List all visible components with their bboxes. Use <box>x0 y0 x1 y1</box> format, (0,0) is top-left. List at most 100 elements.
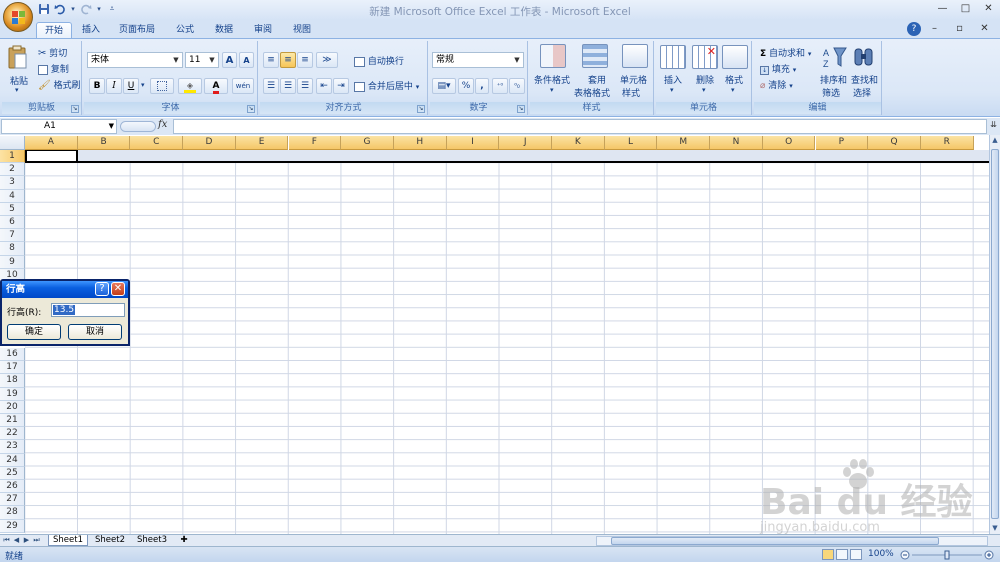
cut-button[interactable]: ✂ 剪切 <box>38 46 67 59</box>
insert-sheet-icon[interactable]: ✚ <box>176 535 192 546</box>
ok-button[interactable]: 确定 <box>7 324 61 340</box>
cancel-button[interactable]: 取消 <box>68 324 122 340</box>
maximize-button[interactable]: □ <box>954 0 977 18</box>
decrease-decimal-button[interactable]: ⁰₀ <box>509 78 525 94</box>
column-header[interactable]: E <box>235 136 289 150</box>
row-height-input[interactable]: 13.5 <box>51 303 125 317</box>
orientation-button[interactable]: ≫ <box>316 52 338 68</box>
last-sheet-icon[interactable]: ⏭ <box>32 535 41 546</box>
percent-button[interactable]: % <box>458 78 474 94</box>
first-sheet-icon[interactable]: ⏮ <box>2 535 11 546</box>
tab-review[interactable]: 审阅 <box>246 22 280 39</box>
autosum-button[interactable]: Σ 自动求和 ▾ <box>760 46 811 59</box>
name-box[interactable]: A1 ▼ <box>1 119 117 134</box>
underline-button[interactable]: U <box>123 78 139 94</box>
column-header[interactable]: F <box>288 136 342 150</box>
clear-button[interactable]: ⌀ 清除 ▾ <box>760 78 793 91</box>
select-all-corner[interactable] <box>0 136 25 150</box>
clipboard-dialog-launcher-icon[interactable]: ↘ <box>71 105 79 113</box>
formula-input[interactable] <box>173 119 987 134</box>
align-center-button[interactable]: ☰ <box>280 78 296 94</box>
row-header[interactable]: 23 <box>0 440 25 454</box>
row-header[interactable]: 8 <box>0 242 25 256</box>
find-select-line1[interactable]: 查找和 <box>851 73 878 86</box>
row-header[interactable]: 7 <box>0 229 25 243</box>
delete-cells-icon[interactable]: ✕ <box>692 45 718 69</box>
help-icon[interactable]: ? <box>95 282 109 296</box>
row-header[interactable]: 17 <box>0 361 25 375</box>
expand-formula-bar-icon[interactable]: ⇊ <box>988 120 999 133</box>
sheet-tab-sheet3[interactable]: Sheet3 <box>132 535 172 546</box>
find-select-line2[interactable]: 选择 <box>853 86 871 99</box>
copy-button[interactable]: 复制 <box>38 62 69 75</box>
column-header[interactable]: C <box>130 136 184 150</box>
align-top-button[interactable]: ≡ <box>263 52 279 68</box>
column-header[interactable]: Q <box>868 136 921 150</box>
row-header[interactable]: 29 <box>0 519 25 533</box>
row-header[interactable]: 2 <box>0 163 25 177</box>
sort-filter-line1[interactable]: 排序和 <box>820 73 847 86</box>
font-size-select[interactable]: 11 ▼ <box>185 52 219 68</box>
paste-dropdown-icon[interactable]: ▾ <box>15 86 19 94</box>
row-header[interactable]: 21 <box>0 414 25 428</box>
column-header[interactable]: N <box>710 136 763 150</box>
underline-dropdown-icon[interactable]: ▾ <box>141 81 145 89</box>
font-name-select[interactable]: 宋体 ▼ <box>87 52 183 68</box>
comma-button[interactable]: , <box>475 78 489 94</box>
grow-font-button[interactable]: A <box>222 52 237 68</box>
conditional-format-label[interactable]: 条件格式 <box>534 73 570 86</box>
format-as-table-icon[interactable] <box>582 44 608 68</box>
doc-minimize-button[interactable]: – <box>923 22 946 36</box>
prev-sheet-icon[interactable]: ◀ <box>12 535 21 546</box>
tab-home[interactable]: 开始 <box>36 22 72 39</box>
increase-indent-button[interactable]: ⇥ <box>333 78 349 94</box>
tab-page-layout[interactable]: 页面布局 <box>112 22 162 39</box>
row-header[interactable]: 4 <box>0 189 25 203</box>
cell-styles-line1[interactable]: 单元格 <box>620 73 647 86</box>
format-painter-button[interactable]: 🖌 格式刷 <box>38 78 81 91</box>
vertical-scrollbar[interactable]: ▲ ▼ <box>989 135 1000 534</box>
row-header[interactable]: 9 <box>0 255 25 269</box>
row-header[interactable]: 20 <box>0 400 25 414</box>
zoom-level[interactable]: 100% <box>868 549 894 559</box>
page-layout-view-button[interactable] <box>836 549 848 560</box>
close-icon[interactable]: ✕ <box>111 282 125 296</box>
active-cell-a1[interactable] <box>25 149 78 163</box>
format-as-table-line1[interactable]: 套用 <box>588 73 606 86</box>
normal-view-button[interactable] <box>822 549 834 560</box>
sort-filter-line2[interactable]: 筛选 <box>822 86 840 99</box>
sort-filter-icon[interactable]: AZ <box>822 45 848 69</box>
merge-center-button[interactable]: 合并后居中 ▾ <box>354 79 419 92</box>
binoculars-icon[interactable] <box>852 45 878 69</box>
tab-insert[interactable]: 插入 <box>74 22 108 39</box>
column-header[interactable]: D <box>183 136 236 150</box>
chevron-down-icon[interactable]: ▾ <box>550 86 554 94</box>
row-header[interactable]: 3 <box>0 176 25 190</box>
column-header[interactable]: K <box>552 136 605 150</box>
zoom-slider[interactable] <box>900 550 995 560</box>
cell-styles-line2[interactable]: 样式 <box>622 86 640 99</box>
row-header[interactable]: 28 <box>0 506 25 520</box>
bold-button[interactable]: B <box>89 78 105 94</box>
chevron-down-icon[interactable]: ▾ <box>702 86 706 94</box>
row-header[interactable]: 16 <box>0 348 25 362</box>
column-header[interactable]: P <box>815 136 869 150</box>
row-header[interactable]: 27 <box>0 493 25 507</box>
decrease-indent-button[interactable]: ⇤ <box>316 78 332 94</box>
insert-cells-icon[interactable] <box>660 45 686 69</box>
row-header[interactable]: 18 <box>0 374 25 388</box>
minimize-button[interactable]: — <box>931 0 954 18</box>
row-header[interactable]: 22 <box>0 427 25 441</box>
font-dialog-launcher-icon[interactable]: ↘ <box>247 105 255 113</box>
doc-close-button[interactable]: ✕ <box>973 22 996 36</box>
column-header[interactable]: G <box>341 136 394 150</box>
doc-restore-button[interactable]: ▫ <box>948 22 971 36</box>
vertical-scroll-thumb[interactable] <box>991 149 999 519</box>
align-middle-button[interactable]: ≡ <box>280 52 296 68</box>
format-cells-icon[interactable] <box>722 45 748 69</box>
column-header[interactable]: L <box>604 136 658 150</box>
row-header[interactable]: 25 <box>0 466 25 480</box>
column-header[interactable]: I <box>446 136 500 150</box>
column-header[interactable]: H <box>393 136 447 150</box>
align-right-button[interactable]: ☰ <box>297 78 313 94</box>
